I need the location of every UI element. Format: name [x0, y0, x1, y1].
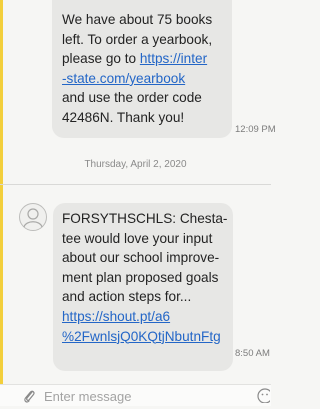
message-line: about our school improve-: [62, 250, 220, 266]
message-bubble[interactable]: We have about 75 books left. To order a …: [52, 0, 232, 138]
message-line: ment plan proposed goals: [62, 269, 219, 285]
message-line: left. To order a yearbook,: [62, 31, 213, 47]
message-bubble[interactable]: FORSYTHSCHLS: Chesta- tee would love you…: [53, 203, 233, 371]
survey-link[interactable]: https://shout.pt/a6: [62, 307, 225, 327]
message-line: FORSYTHSCHLS: Chesta-: [62, 211, 228, 226]
message-line: We have about 75 books: [62, 12, 213, 27]
survey-link-continued[interactable]: %2FwnlsjQ0KQtjNbutnFtg: [62, 327, 225, 347]
yearbook-link-continued[interactable]: -state.com/yearbook: [62, 69, 224, 89]
message-composer: [0, 384, 273, 409]
message-line: 42486N. Thank you!: [62, 109, 185, 125]
yearbook-link[interactable]: https://inter: [140, 51, 207, 66]
paperclip-icon[interactable]: [22, 388, 36, 409]
message-line: and action steps for...: [62, 289, 192, 305]
date-divider: Thursday, April 2, 2020: [84, 159, 187, 170]
message-timestamp: 8:50 AM: [235, 348, 270, 359]
message-line: and use the order code: [62, 90, 202, 106]
message-timestamp: 12:09 PM: [235, 124, 276, 135]
message-line: tee would love your input: [62, 230, 213, 246]
divider-line: [0, 184, 271, 185]
contact-avatar-icon[interactable]: [19, 203, 47, 231]
message-text: please go to: [62, 51, 140, 67]
message-input[interactable]: [44, 387, 224, 405]
message-line: please go to https://inter: [62, 49, 224, 69]
